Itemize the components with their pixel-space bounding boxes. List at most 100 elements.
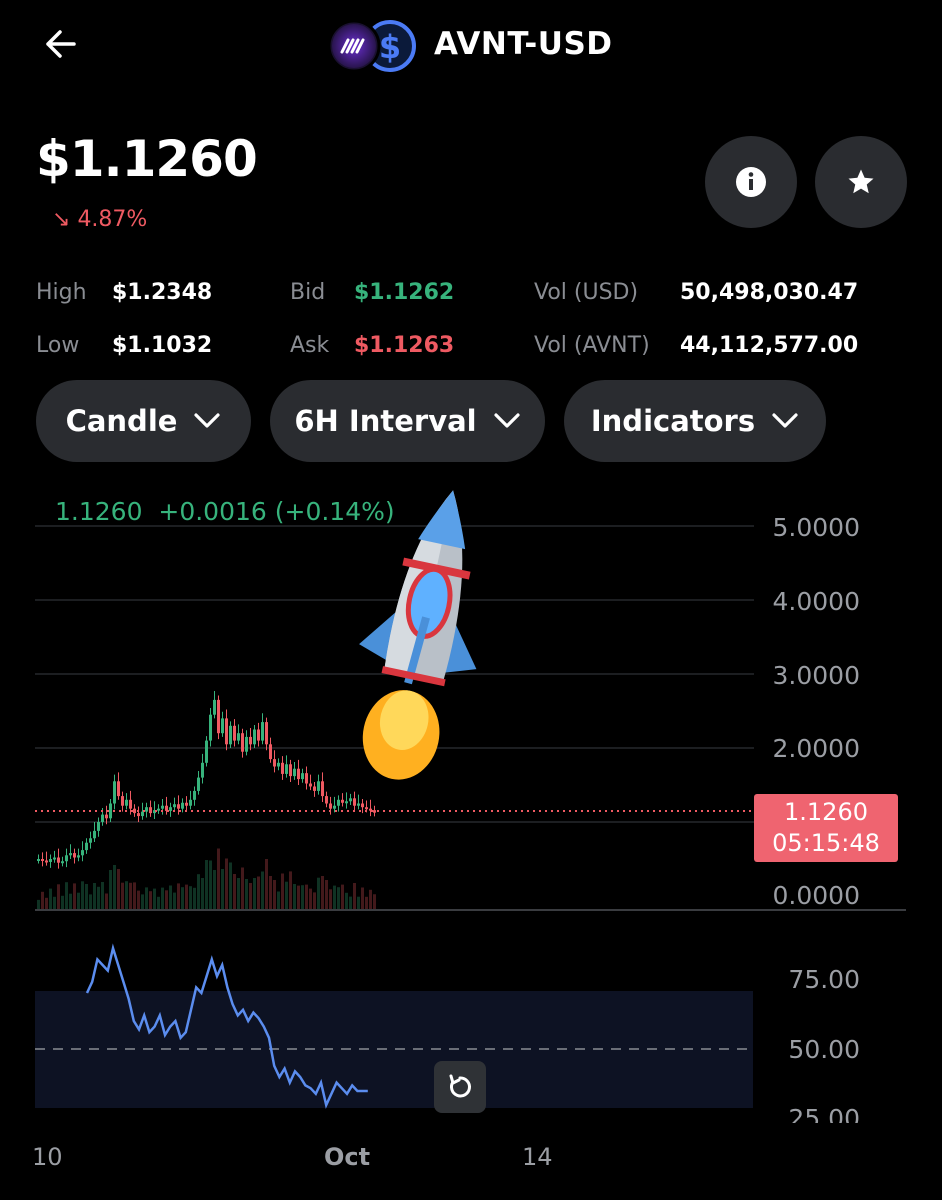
candle-body <box>185 802 188 806</box>
candlesticks <box>37 691 376 869</box>
candle-body <box>277 762 280 767</box>
candle-body <box>341 799 344 803</box>
volume-bar <box>185 884 188 909</box>
volume-bar <box>253 878 256 909</box>
candle-body <box>169 807 172 811</box>
volume-bar <box>249 883 252 909</box>
candle-body <box>281 762 284 774</box>
candle-body <box>69 853 72 856</box>
volume-bar <box>61 895 64 909</box>
volume-bar <box>149 891 152 909</box>
volume-bar <box>65 882 68 909</box>
volume-bar <box>329 889 332 909</box>
candle-body <box>265 722 268 745</box>
candle-body <box>237 733 240 741</box>
chart-type-label: Candle <box>65 404 178 438</box>
indicators-dropdown[interactable]: Indicators <box>564 380 826 462</box>
volume-bar <box>129 882 132 909</box>
candle-body <box>41 859 44 861</box>
star-icon <box>848 169 874 194</box>
volume-bar <box>309 888 312 909</box>
candle-body <box>221 718 224 734</box>
interval-dropdown[interactable]: 6H Interval <box>270 380 545 462</box>
candle-body <box>273 759 276 767</box>
volume-bar <box>341 884 344 909</box>
favorite-button[interactable] <box>815 136 907 228</box>
volume-bar <box>81 881 84 909</box>
volume-bar <box>325 880 328 909</box>
candle-body <box>345 801 348 804</box>
candle-body <box>121 796 124 806</box>
candle-body <box>73 853 76 858</box>
candle-body <box>137 813 140 817</box>
svg-text:$: $ <box>379 28 401 66</box>
volume-bar <box>321 876 324 909</box>
candle-body <box>289 764 292 777</box>
volume-bar <box>301 885 304 909</box>
candle-body <box>301 773 304 780</box>
price-change: ↘ 4.87% <box>52 207 147 232</box>
candle-body <box>249 736 252 745</box>
candle-body <box>145 807 148 812</box>
volume-bar <box>41 891 44 909</box>
volume-bar <box>109 870 112 909</box>
reset-zoom-button[interactable] <box>434 1061 486 1113</box>
volume-bar <box>197 874 200 909</box>
vol-avnt-value: 44,112,577.00 <box>680 333 859 358</box>
candle-body <box>109 803 112 819</box>
volume-bar <box>269 876 272 909</box>
x-axis-tick: 10 <box>32 1143 63 1171</box>
chart-type-dropdown[interactable]: Candle <box>36 380 251 462</box>
volume-bar <box>265 859 268 909</box>
low-label: Low <box>36 333 80 358</box>
volume-bar <box>97 886 100 909</box>
candle-body <box>173 804 176 808</box>
volume-bar <box>101 882 104 909</box>
reset-zoom-icon <box>449 1074 471 1098</box>
bid-value: $1.1262 <box>354 280 455 305</box>
volume-bar <box>141 894 144 909</box>
volume-bar <box>345 892 348 909</box>
rsi-band <box>35 991 753 1108</box>
volume-bar <box>161 887 164 909</box>
low-value: $1.1032 <box>112 333 213 358</box>
volume-bar <box>157 896 160 909</box>
volume-bar <box>217 848 220 909</box>
volume-bar <box>201 878 204 909</box>
vol-usd-label: Vol (USD) <box>534 280 639 305</box>
candle-body <box>241 733 244 752</box>
candle-body <box>233 725 236 741</box>
volume-bar <box>373 894 376 909</box>
back-button[interactable] <box>38 24 84 64</box>
candle-body <box>97 822 100 831</box>
candle-body <box>257 729 260 741</box>
volume-bar <box>49 888 52 909</box>
volume-bar <box>93 883 96 909</box>
vol-avnt-label: Vol (AVNT) <box>534 333 650 358</box>
info-button[interactable] <box>705 136 797 228</box>
candle-body <box>253 729 256 745</box>
candle-body <box>105 814 108 819</box>
arrow-down-right-icon: ↘ <box>52 207 71 232</box>
candle-body <box>205 740 208 763</box>
candle-body <box>189 799 192 806</box>
volume-bar <box>45 897 48 909</box>
candle-body <box>313 786 316 791</box>
last-price-value: 1.1260 <box>784 798 868 826</box>
interval-label: 6H Interval <box>294 404 477 438</box>
volume-bar <box>193 887 196 909</box>
rsi-axis-tick: 50.00 <box>788 1035 860 1064</box>
price-axis-tick: 2.0000 <box>772 734 860 763</box>
candle-body <box>117 781 120 797</box>
volume-bar <box>361 887 364 909</box>
x-axis-tick: Oct <box>324 1143 371 1171</box>
volume-bar <box>73 883 76 909</box>
volume-bar <box>205 860 208 909</box>
volume-bar <box>53 896 56 909</box>
bid-label: Bid <box>290 280 326 305</box>
volume-bar <box>297 885 300 909</box>
candle-body <box>245 736 248 752</box>
candle-body <box>349 798 352 802</box>
info-icon <box>736 167 766 197</box>
candle-body <box>85 842 88 851</box>
